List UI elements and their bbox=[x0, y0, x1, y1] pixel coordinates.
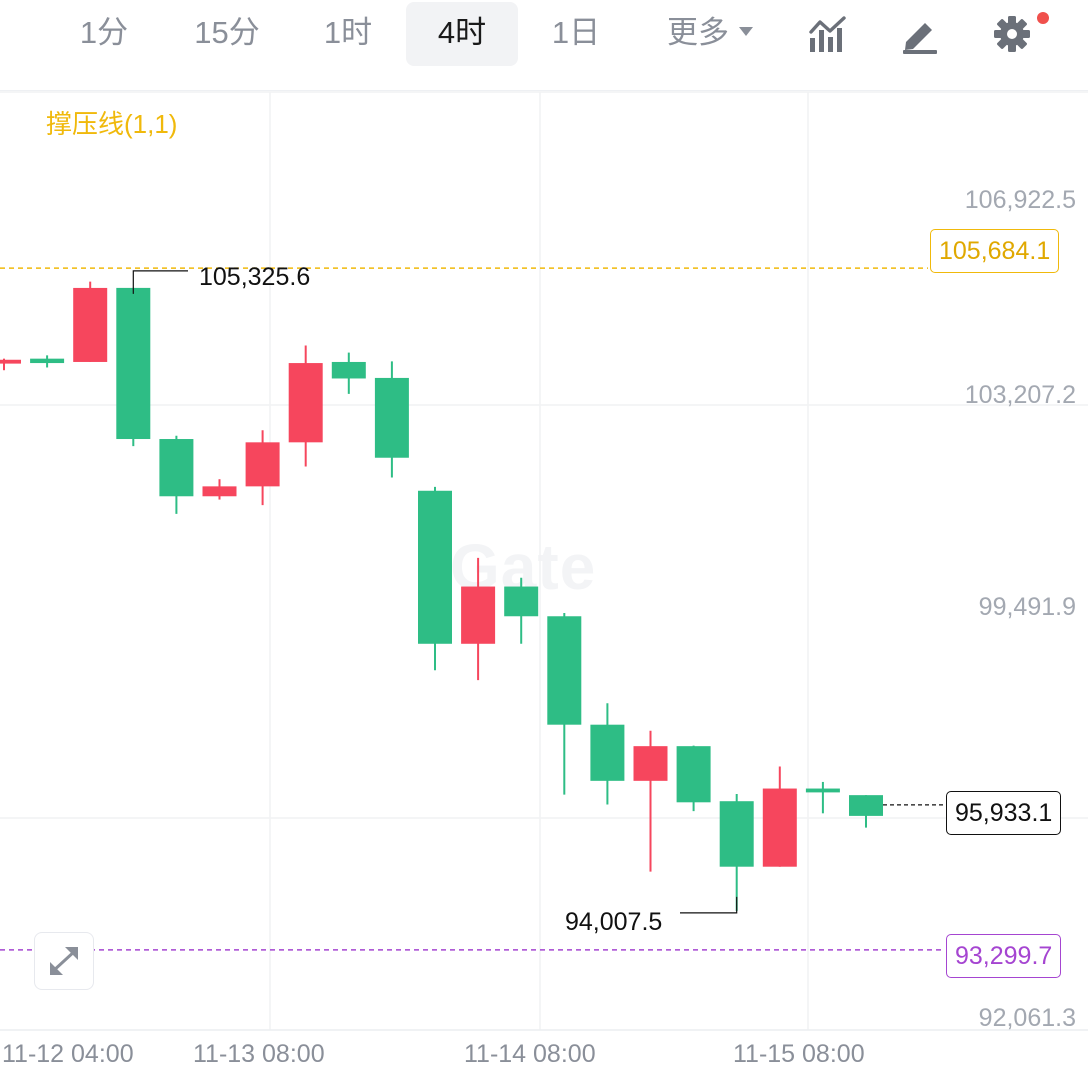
candle-body bbox=[849, 795, 883, 816]
candle-body bbox=[676, 746, 711, 803]
price-tick-2: 103,207.2 bbox=[964, 381, 1076, 409]
low-leader-line bbox=[680, 896, 738, 914]
time-tick-4: 11-15 08:00 bbox=[733, 1040, 865, 1068]
candle-body bbox=[30, 358, 65, 364]
current-price-tag: 95,933.1 bbox=[946, 791, 1062, 835]
candle-body bbox=[590, 724, 625, 781]
candle-body bbox=[418, 490, 452, 644]
candle-body bbox=[504, 586, 539, 617]
time-tick-3: 11-14 08:00 bbox=[464, 1040, 596, 1068]
candle-body bbox=[73, 287, 108, 362]
candle-body bbox=[547, 616, 582, 725]
candle-body bbox=[245, 442, 280, 487]
candle-body bbox=[288, 363, 323, 443]
low-price-annotation: 94,007.5 bbox=[565, 908, 663, 936]
indicator-label[interactable]: 撑压线(1,1) bbox=[46, 104, 177, 141]
resistance-price-tag: 105,684.1 bbox=[930, 229, 1060, 273]
fullscreen-expand-button[interactable] bbox=[34, 932, 94, 990]
candle-body bbox=[374, 377, 409, 458]
high-price-annotation: 105,325.6 bbox=[199, 263, 311, 291]
candle-body bbox=[202, 486, 237, 497]
time-tick-2: 11-13 08:00 bbox=[193, 1040, 325, 1068]
candle-body bbox=[762, 788, 797, 867]
support-price-tag: 93,299.7 bbox=[946, 934, 1062, 978]
candle-body bbox=[633, 746, 668, 781]
price-tick-4: 92,061.3 bbox=[978, 1004, 1076, 1032]
candle-body bbox=[159, 439, 194, 497]
candlestick-chart[interactable] bbox=[0, 0, 1088, 1083]
price-tick-3: 99,491.9 bbox=[978, 593, 1076, 621]
candle-body bbox=[805, 788, 840, 793]
candle-body bbox=[116, 287, 151, 440]
candle-body bbox=[0, 359, 21, 364]
candle-body bbox=[719, 801, 754, 867]
expand-arrows-icon bbox=[50, 947, 78, 975]
time-tick-1: 11-12 04:00 bbox=[2, 1040, 134, 1068]
candle-body bbox=[331, 361, 366, 379]
candle-body bbox=[461, 586, 496, 644]
price-tick-1: 106,922.5 bbox=[964, 186, 1076, 214]
